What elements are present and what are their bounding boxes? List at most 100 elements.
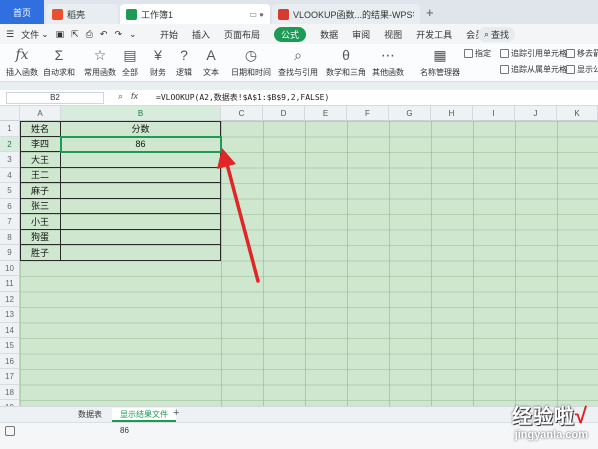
- row-header[interactable]: 5: [0, 183, 20, 199]
- trace-dependents-button[interactable]: 追踪从属单元格: [500, 64, 567, 75]
- file-menu[interactable]: 文件 ⌄: [21, 28, 49, 41]
- search-button[interactable]: ⌕ 查找: [478, 27, 516, 42]
- cell-a4[interactable]: 王二: [20, 167, 61, 183]
- select-all-corner[interactable]: [0, 106, 20, 121]
- menu-formulas[interactable]: 公式: [274, 26, 307, 42]
- financial-button[interactable]: ¥ 财务: [150, 46, 166, 78]
- tab-window-icon[interactable]: ▭ ●: [249, 10, 264, 19]
- row-header[interactable]: 4: [0, 167, 20, 183]
- name-manager-button[interactable]: ▦ 名称管理器: [420, 46, 460, 78]
- row-header[interactable]: 17: [0, 369, 20, 385]
- row-header[interactable]: 12: [0, 291, 20, 307]
- row-header[interactable]: 14: [0, 322, 20, 338]
- cell-a2[interactable]: 李四: [20, 136, 61, 152]
- row-header[interactable]: 7: [0, 214, 20, 230]
- all-functions-button[interactable]: ▤ 全部: [122, 46, 138, 78]
- row-header[interactable]: 18: [0, 384, 20, 400]
- undo-icon[interactable]: ↶: [100, 29, 108, 40]
- col-header-c[interactable]: C: [221, 106, 263, 121]
- name-box[interactable]: B2: [6, 92, 104, 104]
- remove-arrows-button[interactable]: 移去箭: [566, 48, 598, 59]
- add-sheet-button[interactable]: +: [173, 407, 179, 419]
- row-header[interactable]: 9: [0, 245, 20, 261]
- cell-a8[interactable]: 狗蛋: [20, 229, 61, 245]
- row-header[interactable]: 10: [0, 260, 20, 276]
- row-header[interactable]: 1: [0, 121, 20, 137]
- sheet-tab-data[interactable]: 数据表: [70, 408, 110, 422]
- text-functions-button[interactable]: A 文本: [203, 46, 219, 78]
- row-header[interactable]: 8: [0, 229, 20, 245]
- col-header-d[interactable]: D: [263, 106, 305, 121]
- export-icon[interactable]: ⇱: [71, 29, 79, 40]
- col-header-k[interactable]: K: [557, 106, 598, 121]
- macro-record-icon[interactable]: [5, 426, 15, 436]
- col-header-i[interactable]: I: [473, 106, 515, 121]
- tab-workbook[interactable]: 工作簿1 ▭ ●: [120, 4, 270, 24]
- sheet-tab-result[interactable]: 显示结果文件: [112, 408, 176, 422]
- menu-icon[interactable]: ☰: [6, 29, 14, 40]
- name-manager-label: 名称管理器: [420, 68, 460, 77]
- cell-b5[interactable]: [61, 183, 221, 199]
- trace-precedents-button[interactable]: 追踪引用单元格: [500, 48, 567, 59]
- show-formulas-button[interactable]: 显示公: [566, 64, 598, 75]
- cell-b4[interactable]: [61, 167, 221, 183]
- row-header[interactable]: 11: [0, 276, 20, 292]
- cell-b1[interactable]: 分数: [61, 121, 221, 137]
- col-header-h[interactable]: H: [431, 106, 473, 121]
- menu-developer[interactable]: 开发工具: [416, 28, 452, 41]
- cell-a1[interactable]: 姓名: [20, 121, 61, 137]
- col-header-g[interactable]: G: [389, 106, 431, 121]
- menu-page-layout[interactable]: 页面布局: [224, 28, 260, 41]
- tab-daoke[interactable]: 稻壳: [46, 4, 118, 24]
- menu-review[interactable]: 审阅: [352, 28, 370, 41]
- row-header[interactable]: 13: [0, 307, 20, 323]
- col-header-b[interactable]: B: [61, 106, 221, 121]
- col-header-f[interactable]: F: [347, 106, 389, 121]
- other-functions-button[interactable]: ⋯ 其他函数: [372, 46, 404, 78]
- menu-view[interactable]: 视图: [384, 28, 402, 41]
- cell-a7[interactable]: 小王: [20, 214, 61, 230]
- more-icon[interactable]: ⌄: [129, 29, 137, 40]
- menu-insert[interactable]: 插入: [192, 28, 210, 41]
- cell-a5[interactable]: 麻子: [20, 183, 61, 199]
- print-icon[interactable]: ⎙: [86, 29, 93, 40]
- common-functions-button[interactable]: ☆ 常用函数: [84, 46, 116, 78]
- spreadsheet-grid[interactable]: A B C D E F G H I J K 1 2 3 4 5 6 7 8 9 …: [0, 106, 598, 406]
- row-header[interactable]: 15: [0, 338, 20, 354]
- col-header-a[interactable]: A: [20, 106, 61, 121]
- date-time-button[interactable]: ◷ 日期和时间: [231, 46, 271, 78]
- specify-button[interactable]: 指定: [464, 48, 491, 59]
- col-header-e[interactable]: E: [305, 106, 347, 121]
- formula-input[interactable]: =VLOOKUP(A2,数据表!$A$1:$B$9,2,FALSE): [156, 92, 329, 104]
- row-header[interactable]: 6: [0, 198, 20, 214]
- autosum-button[interactable]: Σ 自动求和: [43, 46, 75, 78]
- row-header[interactable]: 2: [0, 136, 20, 152]
- cell-b6[interactable]: [61, 198, 221, 214]
- menu-start[interactable]: 开始: [160, 28, 178, 41]
- save-icon[interactable]: ▣: [56, 29, 65, 40]
- show-formulas-label: 显示公: [577, 65, 598, 74]
- redo-icon[interactable]: ↷: [114, 29, 122, 40]
- lookup-reference-button[interactable]: ⌕ 查找与引用: [278, 46, 318, 78]
- cell-a9[interactable]: 胜子: [20, 245, 61, 261]
- zoom-icon[interactable]: ⌕: [118, 91, 123, 102]
- cell-a3[interactable]: 大王: [20, 152, 61, 168]
- cell-b7[interactable]: [61, 214, 221, 230]
- cell-b8[interactable]: [61, 229, 221, 245]
- cell-b9[interactable]: [61, 245, 221, 261]
- cell-a6[interactable]: 张三: [20, 198, 61, 214]
- tab-home[interactable]: 首页: [0, 0, 44, 24]
- col-header-j[interactable]: J: [515, 106, 557, 121]
- cell-b3[interactable]: [61, 152, 221, 168]
- row-header[interactable]: 16: [0, 353, 20, 369]
- tab-wps-academy[interactable]: VLOOKUP函数...的结果-WPS学院: [272, 4, 420, 24]
- math-trig-button[interactable]: θ 数学和三角: [326, 46, 366, 78]
- cell-b2[interactable]: 86: [61, 136, 221, 152]
- logical-button[interactable]: ? 逻辑: [176, 46, 192, 78]
- new-tab-button[interactable]: +: [426, 5, 434, 20]
- fx-insert-icon[interactable]: fx: [131, 91, 138, 102]
- insert-function-button[interactable]: fx 插入函数: [6, 46, 38, 78]
- row-header[interactable]: 3: [0, 152, 20, 168]
- tab-workbook-label: 工作簿1: [141, 9, 174, 20]
- menu-data[interactable]: 数据: [320, 28, 338, 41]
